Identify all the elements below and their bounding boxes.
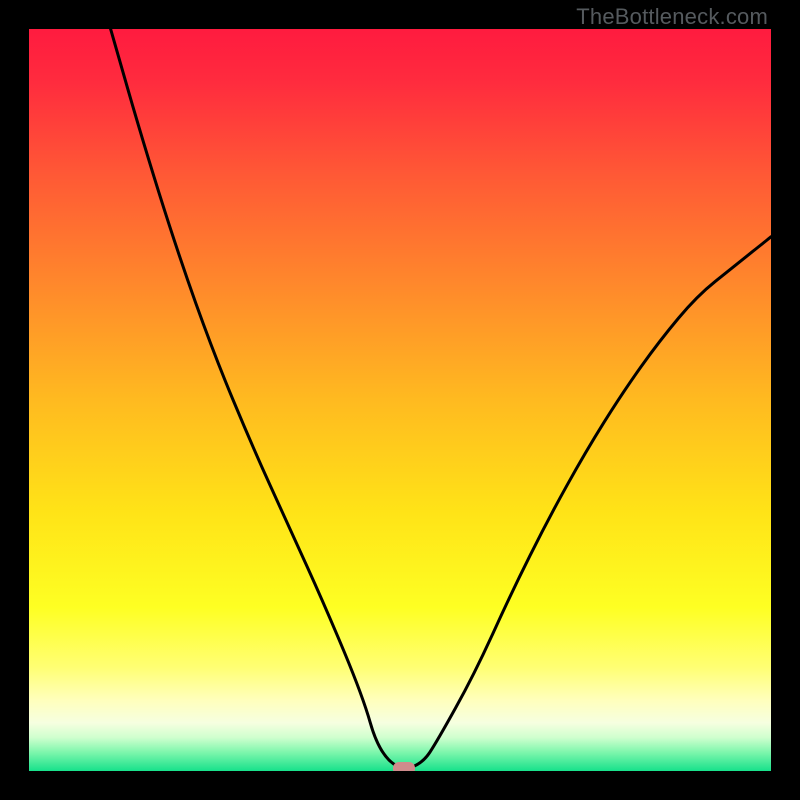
- bottleneck-curve: [29, 29, 771, 771]
- plot-area: [29, 29, 771, 771]
- optimum-marker: [393, 762, 415, 771]
- chart-frame: TheBottleneck.com: [0, 0, 800, 800]
- watermark-text: TheBottleneck.com: [576, 4, 768, 30]
